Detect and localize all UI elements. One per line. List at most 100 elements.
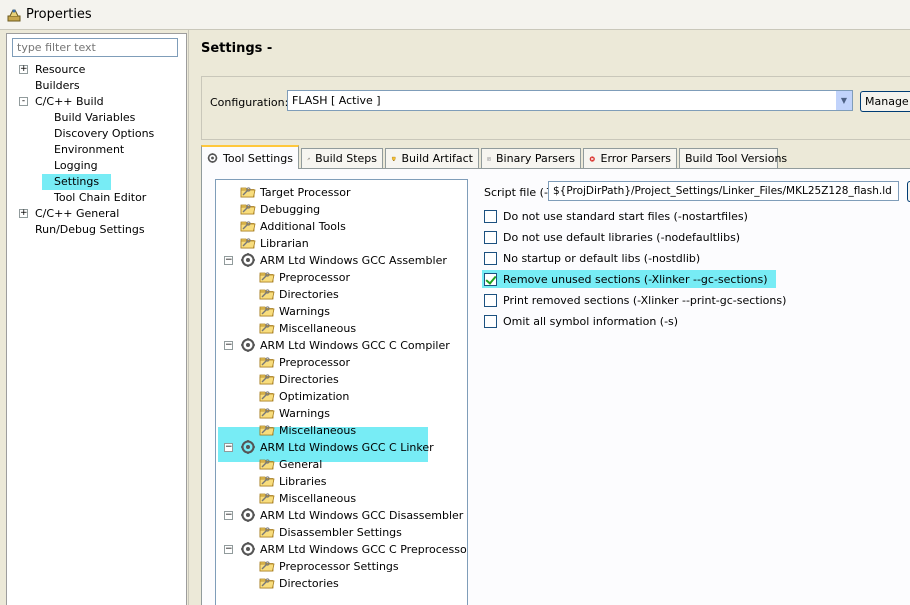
option-folder-icon [259,575,275,591]
tab-tool-settings[interactable]: Tool Settings [201,145,299,169]
tree-tool-node[interactable]: − ARM Ltd Windows GCC C Linker [216,439,466,456]
script-file-input[interactable]: ${ProjDirPath}/Project_Settings/Linker_F… [548,181,899,201]
tool-gear-icon [240,439,256,455]
tree-node-label: Warnings [279,407,330,420]
tree-option-node[interactable]: Disassembler Settings [216,524,466,541]
tab-error-parsers[interactable]: Error Parsers [583,148,677,168]
option-folder-icon [259,354,275,370]
window-title: Properties [26,7,92,22]
option-strip-symbols[interactable]: Omit all symbol information (-s) [484,312,680,330]
tab-label: Build Tool Versions [685,152,788,165]
binary-parsers-icon [487,156,491,161]
tree-node-label: Directories [279,577,339,590]
tree-node-label: ARM Ltd Windows GCC C Compiler [260,339,450,352]
nav-item-label: C/C++ Build [35,95,104,108]
strip-symbols-checkbox[interactable] [484,314,497,328]
nostartfiles-checkbox[interactable] [484,209,497,223]
option-folder-icon [259,456,275,472]
tree-tool-node[interactable]: − ARM Ltd Windows GCC C Compiler [216,337,466,354]
option-folder-icon [240,218,256,234]
option-gc-sections[interactable]: Remove unused sections (-Xlinker --gc-se… [482,270,776,288]
nav-item-label: Logging [54,159,98,172]
tree-option-node[interactable]: Preprocessor [216,269,466,286]
tree-node-label: Directories [279,373,339,386]
tree-node-label: Target Processor [260,186,351,199]
nav-item-label: Run/Debug Settings [35,223,145,236]
tree-node-label: ARM Ltd Windows GCC Disassembler [260,509,464,522]
collapse-icon[interactable]: − [224,256,233,265]
tool-gear-icon [240,252,256,268]
expand-icon[interactable]: + [19,209,28,218]
tree-option-node[interactable]: Preprocessor Settings [216,558,466,575]
property-pages-pane: + Resource Builders - C/C++ Build Build … [6,33,187,605]
option-folder-icon [259,473,275,489]
configuration-label: Configuration: [210,96,289,109]
tree-option-node[interactable]: Optimization [216,388,466,405]
tree-node-label: Warnings [279,305,330,318]
tool-gear-icon [240,337,256,353]
tool-gear-icon [240,507,256,523]
chevron-down-icon[interactable]: ▼ [835,91,852,110]
tree-option-node[interactable]: Miscellaneous [216,320,466,337]
tab-build-tool-versions[interactable]: Build Tool Versions [679,148,787,168]
expand-icon[interactable]: + [19,65,28,74]
tab-binary-parsers[interactable]: Binary Parsers [481,148,581,168]
tree-tool-node[interactable]: − ARM Ltd Windows GCC C Preprocessor [216,541,468,558]
tree-node-label: ARM Ltd Windows GCC C Linker [260,441,434,454]
collapse-icon[interactable]: − [224,443,233,452]
gc-sections-checkbox[interactable] [484,272,497,286]
tab-label: Binary Parsers [496,152,575,165]
nav-item-label: C/C++ General [35,207,120,220]
collapse-icon[interactable]: − [224,511,233,520]
option-folder-icon [240,201,256,217]
print-gc-sections-checkbox[interactable] [484,293,497,307]
nav-item-label: Settings [42,174,112,190]
option-nostdlib[interactable]: No startup or default libs (-nostdlib) [484,249,702,267]
tree-option-node[interactable]: Librarian [216,235,466,252]
tree-option-node[interactable]: Warnings [216,303,466,320]
nostdlib-checkbox[interactable] [484,251,497,265]
option-nodefaultlibs[interactable]: Do not use default libraries (-nodefault… [484,228,742,246]
properties-window-icon [7,9,21,21]
tree-option-node[interactable]: Miscellaneous [216,490,466,507]
nodefaultlibs-checkbox[interactable] [484,230,497,244]
option-print-gc-sections[interactable]: Print removed sections (-Xlinker --print… [484,291,788,309]
nav-item-label: Environment [54,143,125,156]
tab-build-artifact[interactable]: Build Artifact [385,148,479,168]
filter-input[interactable] [12,38,178,57]
tree-option-node[interactable]: General [216,456,466,473]
collapse-icon[interactable]: − [224,341,233,350]
tree-option-node[interactable]: Directories [216,286,466,303]
tree-option-node[interactable]: Debugging [216,201,466,218]
configuration-select[interactable]: FLASH [ Active ] ▼ [287,90,853,111]
tree-node-label: Librarian [260,237,309,250]
tree-option-node[interactable]: Libraries [216,473,466,490]
option-label: Remove unused sections (-Xlinker --gc-se… [503,272,768,286]
tree-node-label: Disassembler Settings [279,526,402,539]
tree-tool-node[interactable]: − ARM Ltd Windows GCC Assembler [216,252,466,269]
collapse-icon[interactable]: − [224,545,233,554]
tree-node-label: ARM Ltd Windows GCC C Preprocessor [260,543,468,556]
option-nostartfiles[interactable]: Do not use standard start files (-nostar… [484,207,750,225]
tool-settings-icon [207,153,218,163]
tree-option-node[interactable]: Miscellaneous [216,422,466,439]
tab-build-steps[interactable]: Build Steps [301,148,383,168]
manage-configurations-button[interactable]: Manage Configurations... [860,91,910,112]
tree-option-node[interactable]: Additional Tools [216,218,466,235]
tab-label: Error Parsers [600,152,671,165]
tree-option-node[interactable]: Directories [216,575,466,592]
tree-option-node[interactable]: Warnings [216,405,466,422]
settings-page: Settings - Configuration: FLASH [ Active… [188,30,910,605]
option-folder-icon [259,269,275,285]
tree-option-node[interactable]: Directories [216,371,466,388]
option-label: Print removed sections (-Xlinker --print… [503,293,787,307]
tree-option-node[interactable]: Target Processor [216,184,466,201]
option-label: Do not use default libraries (-nodefault… [503,230,741,244]
collapse-icon[interactable]: - [19,97,28,106]
configuration-panel: Configuration: FLASH [ Active ] ▼ Manage… [201,76,910,140]
nav-item-label: Discovery Options [54,127,155,140]
error-parsers-icon [589,155,595,162]
tree-option-node[interactable]: Preprocessor [216,354,466,371]
tree-tool-node[interactable]: − ARM Ltd Windows GCC Disassembler [216,507,466,524]
tab-label: Build Steps [315,152,377,165]
